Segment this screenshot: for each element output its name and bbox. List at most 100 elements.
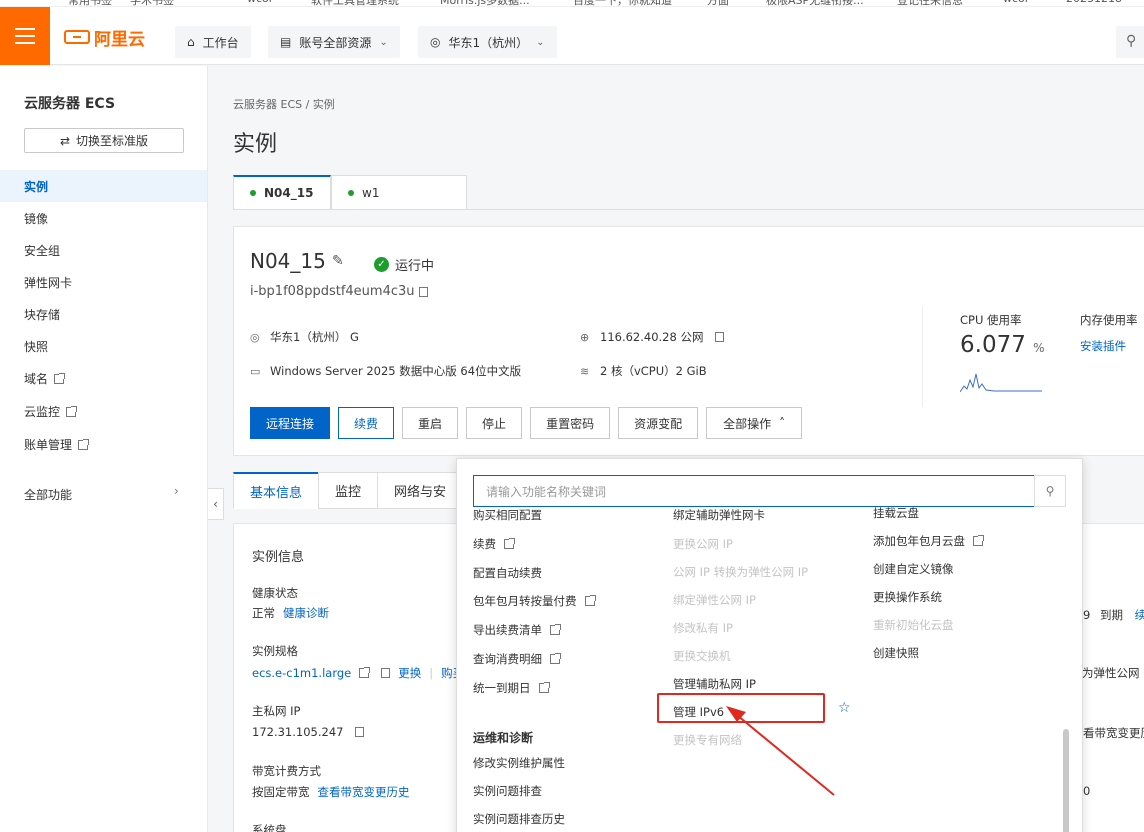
menu-item[interactable]: 绑定辅助弹性网卡	[673, 507, 765, 523]
tabs-divider	[233, 209, 1144, 210]
sidebar-item-label: 快照	[24, 340, 49, 354]
bookmark-item[interactable]: Morris.js多数据...	[440, 0, 530, 6]
menu-item[interactable]: 创建自定义镜像	[873, 561, 954, 577]
sidebar-item[interactable]: 镜像	[24, 210, 48, 227]
external-link-icon	[78, 438, 90, 450]
dropdown-scrollbar[interactable]	[1063, 729, 1069, 832]
detail-tabs: 基本信息 监控 网络与安	[233, 472, 464, 509]
billing-value: 按固定带宽 查看带宽变更历史	[252, 784, 410, 800]
star-icon[interactable]: ☆	[838, 700, 851, 716]
tab-network-security[interactable]: 网络与安	[377, 472, 464, 509]
reset-password-button[interactable]: 重置密码	[530, 407, 611, 439]
menu-item-label: 查询消费明细	[473, 652, 542, 666]
bookmark-item[interactable]: 20231218	[1066, 0, 1122, 5]
copy-icon[interactable]	[355, 727, 365, 737]
sidebar-item[interactable]: 块存储	[24, 306, 60, 323]
tab-monitoring[interactable]: 监控	[318, 472, 379, 509]
sidebar-all-features[interactable]: 全部功能	[24, 486, 72, 503]
sidebar-item[interactable]: 快照	[24, 338, 48, 355]
menu-item[interactable]: 更换操作系统	[873, 589, 942, 605]
menu-item[interactable]: 添加包年包月云盘	[873, 533, 984, 549]
bandwidth-history-link[interactable]: 查看带宽变更历史	[318, 784, 410, 800]
change-spec-link[interactable]: 更换	[398, 665, 421, 681]
menu-item[interactable]: 挂载云盘	[873, 505, 919, 521]
menu-item[interactable]: 统一到期日	[473, 680, 550, 696]
renew-button[interactable]: 续费	[338, 407, 395, 439]
bookmark-item[interactable]: 百度一下，你就知道	[573, 0, 672, 6]
remote-connect-button[interactable]: 远程连接	[250, 407, 331, 439]
aliyun-logo[interactable]: 阿里云	[64, 27, 145, 50]
menu-item[interactable]: 创建快照	[873, 645, 919, 661]
switch-version-button[interactable]: ⇄ 切换至标准版	[24, 128, 184, 153]
bookmark-item[interactable]: 登记往来信息	[897, 0, 963, 6]
annotation-highlight-box	[657, 693, 825, 723]
menu-item: 修改私有 IP	[673, 621, 733, 635]
card-divider	[922, 307, 923, 407]
sidebar-item[interactable]: 弹性网卡	[24, 274, 72, 291]
all-operations-button[interactable]: 全部操作 ˄	[706, 407, 803, 439]
sidebar-item[interactable]: 账单管理	[24, 436, 90, 453]
sidebar-item[interactable]: 实例	[24, 178, 48, 195]
copy-icon[interactable]	[715, 332, 725, 342]
sidebar-title: 云服务器 ECS	[24, 96, 116, 112]
system-disk-label: 系统盘	[252, 823, 287, 832]
search-icon[interactable]: ⚲	[1034, 475, 1066, 507]
copy-icon[interactable]	[418, 286, 428, 297]
menu-item[interactable]: 查询消费明细	[473, 651, 561, 667]
stop-button[interactable]: 停止	[466, 407, 523, 439]
edit-icon[interactable]: ✎	[332, 253, 344, 269]
bookmark-item[interactable]: 学术书签	[130, 0, 174, 6]
tab-label: w1	[362, 185, 380, 200]
bookmark-item[interactable]: 极限ASP无缝衔接...	[766, 0, 864, 6]
resource-selector[interactable]: ▤ 账号全部资源 ⌄	[268, 26, 400, 58]
menu-item[interactable]: 购买相同配置	[473, 507, 542, 523]
install-plugin-link[interactable]: 安装插件	[1080, 338, 1126, 354]
function-search-input[interactable]: 请输入功能名称关键词	[473, 475, 1035, 507]
spec-link[interactable]: ecs.e-c1m1.large	[252, 666, 351, 680]
bookmark-item[interactable]: 软件工具管理系统	[311, 0, 399, 6]
menu-item-label: 包年包月转按量付费	[473, 594, 577, 608]
bookmark-item[interactable]: 常用书签	[68, 0, 112, 6]
sidebar-item[interactable]: 云监控	[24, 403, 78, 420]
menu-item[interactable]: 修改实例维护属性	[473, 755, 565, 771]
menu-item[interactable]: 续费	[473, 536, 515, 552]
bandwidth-history-link-right[interactable]: 看带宽变更历	[1083, 725, 1144, 741]
menu-item[interactable]: 导出续费清单	[473, 622, 561, 638]
section-title: 实例信息	[252, 550, 305, 565]
menu-item-label: 购买相同配置	[473, 508, 542, 522]
menu-item-label: 统一到期日	[473, 681, 531, 695]
menu-item[interactable]: 实例问题排查历史	[473, 811, 565, 827]
all-ops-label: 全部操作	[723, 416, 772, 431]
sidebar-item[interactable]: 安全组	[24, 242, 60, 259]
tab-instance-n04[interactable]: N04_15	[233, 175, 331, 210]
sidebar: 云服务器 ECS ⇄ 切换至标准版 实例镜像安全组弹性网卡块存储快照域名云监控账…	[0, 66, 208, 832]
spec-text: 2 核（vCPU）2 GiB	[600, 364, 707, 378]
region-label: 华东1（杭州）	[448, 35, 529, 50]
zone-text: 华东1（杭州） G	[270, 330, 359, 344]
bookmark-item[interactable]: wcol	[1003, 0, 1028, 5]
menu-item[interactable]: 配置自动续费	[473, 565, 542, 581]
restart-button[interactable]: 重启	[402, 407, 459, 439]
menu-item[interactable]: 实例问题排查	[473, 783, 542, 799]
collapse-sidebar-button[interactable]: ‹	[208, 488, 224, 520]
tab-instance-w1[interactable]: w1	[331, 175, 467, 210]
tab-basic-info[interactable]: 基本信息	[233, 472, 320, 509]
chevron-down-icon: ⌄	[379, 36, 388, 48]
cpu-usage-label: CPU 使用率	[960, 313, 1022, 327]
bookmark-item[interactable]: 方面	[707, 0, 729, 6]
workbench-button[interactable]: ⌂ 工作台	[175, 26, 251, 58]
menu-item[interactable]: 包年包月转按量付费	[473, 593, 596, 609]
bookmark-item[interactable]: wcol	[247, 0, 272, 5]
health-diagnose-link[interactable]: 健康诊断	[283, 605, 329, 621]
menu-icon[interactable]	[0, 7, 50, 65]
copy-icon[interactable]	[381, 668, 391, 678]
menu-item: 更换公网 IP	[673, 537, 733, 551]
global-search-button[interactable]: ⚲	[1116, 26, 1144, 58]
resource-change-button[interactable]: 资源变配	[618, 407, 699, 439]
sidebar-item[interactable]: 域名	[24, 370, 66, 387]
menu-item[interactable]: 管理辅助私网 IP	[673, 676, 756, 692]
eip-text: 为弹性公网 I	[1082, 666, 1144, 680]
status-text: 运行中	[395, 259, 435, 274]
renew-link[interactable]: 续	[1135, 608, 1144, 622]
region-selector[interactable]: ◎ 华东1（杭州） ⌄	[418, 26, 557, 58]
